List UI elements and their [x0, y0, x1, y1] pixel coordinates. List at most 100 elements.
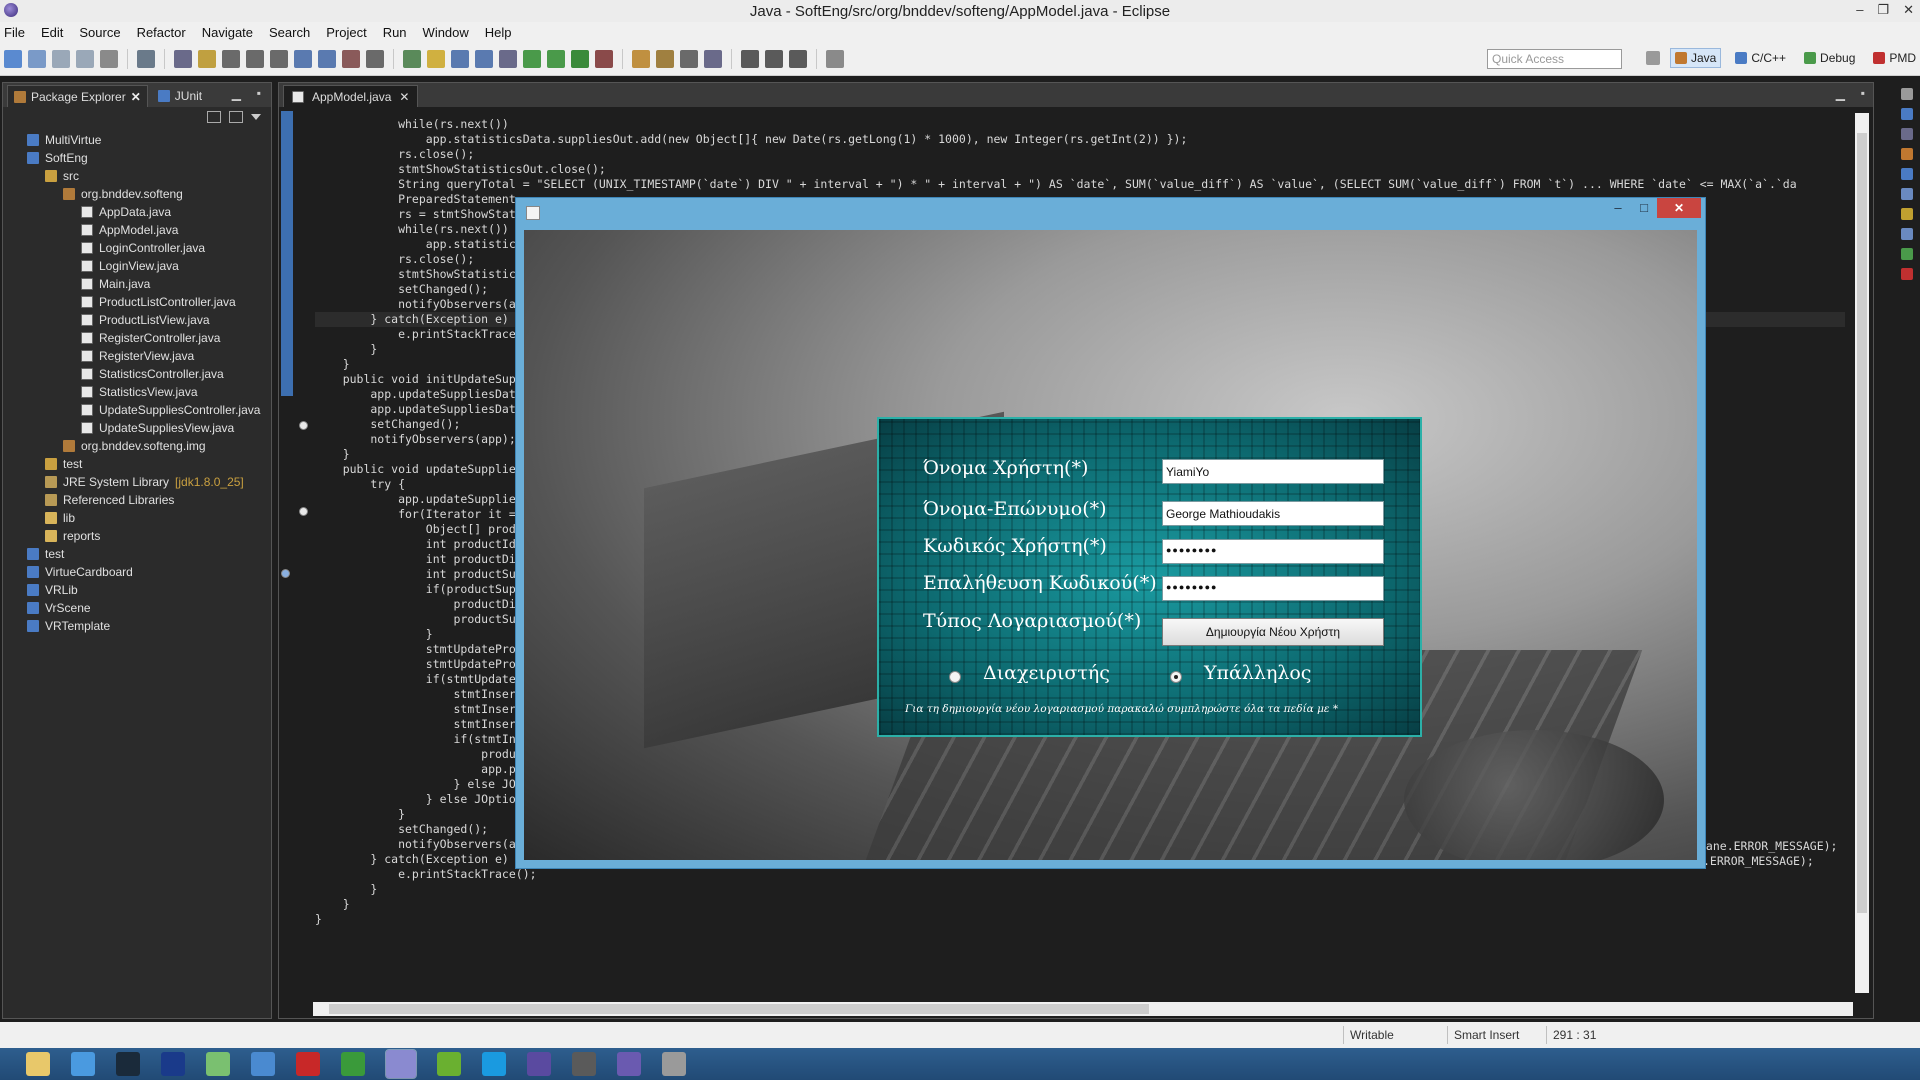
declaration-icon[interactable] [1901, 188, 1913, 200]
tree-item[interactable]: VrScene [3, 599, 271, 617]
tab-appmodel-java[interactable]: AppModel.java ✕ [283, 85, 419, 107]
perspective-cpp[interactable]: C/C++ [1731, 49, 1790, 67]
java-minimize-button[interactable]: – [1605, 198, 1631, 218]
vertical-scrollbar[interactable] [1855, 113, 1869, 993]
fullname-input[interactable]: George Mathioudakis [1162, 501, 1384, 526]
restore-button[interactable]: ❐ [1877, 2, 1889, 18]
perspective-debug[interactable]: Debug [1800, 49, 1859, 67]
maximize-panel-icon[interactable]: ▪ [257, 86, 261, 100]
close-tab-icon[interactable]: ✕ [131, 90, 141, 104]
eclipse-active-icon[interactable] [617, 1052, 641, 1076]
tree-item[interactable]: reports [3, 527, 271, 545]
pdf-icon[interactable] [296, 1052, 320, 1076]
tree-item[interactable]: ProductListView.java [3, 311, 271, 329]
tree-item[interactable]: LoginView.java [3, 257, 271, 275]
breakpoint-icon[interactable] [281, 569, 290, 578]
menu-run[interactable]: Run [383, 25, 407, 40]
menu-refactor[interactable]: Refactor [137, 25, 186, 40]
open-task-icon[interactable] [656, 49, 674, 68]
new-icon[interactable] [4, 49, 22, 68]
horizontal-scrollbar[interactable] [313, 1002, 1853, 1016]
menu-edit[interactable]: Edit [41, 25, 63, 40]
tree-item[interactable]: test [3, 455, 271, 473]
steam-icon[interactable] [116, 1052, 140, 1076]
javadoc-icon[interactable] [1901, 168, 1913, 180]
fold-marker-icon[interactable] [299, 421, 308, 430]
save-icon[interactable] [52, 49, 70, 68]
tree-item[interactable]: StatisticsController.java [3, 365, 271, 383]
debug-run-icon[interactable] [523, 49, 541, 68]
file-explorer-icon[interactable] [26, 1052, 50, 1076]
tab-junit[interactable]: JUnit [152, 85, 208, 107]
tree-item[interactable]: StatisticsView.java [3, 383, 271, 401]
eclipse-java-icon[interactable] [385, 1049, 417, 1079]
pin-editor-icon[interactable] [826, 49, 844, 68]
password-input[interactable]: ●●●●●●●● [1162, 539, 1384, 564]
vertical-scroll-thumb[interactable] [1857, 133, 1867, 913]
menu-source[interactable]: Source [79, 25, 120, 40]
tree-item[interactable]: Referenced Libraries [3, 491, 271, 509]
notes-icon[interactable] [206, 1052, 230, 1076]
java-close-button[interactable]: ✕ [1657, 198, 1701, 218]
tree-item[interactable]: VirtueCardboard [3, 563, 271, 581]
next-icon[interactable] [789, 49, 807, 68]
progress-icon[interactable] [1901, 228, 1913, 240]
menu-project[interactable]: Project [326, 25, 366, 40]
step-over-icon[interactable] [270, 49, 288, 68]
tree-item[interactable]: RegisterController.java [3, 329, 271, 347]
minimize-button[interactable]: – [1856, 2, 1863, 18]
tree-item[interactable]: AppModel.java [3, 221, 271, 239]
open-icon[interactable] [28, 49, 46, 68]
search-icon[interactable] [680, 49, 698, 68]
close-tab-icon[interactable]: ✕ [399, 90, 409, 104]
maximize-editor-icon[interactable]: ▪ [1861, 86, 1865, 100]
confirm-password-input[interactable]: ●●●●●●●● [1162, 576, 1384, 601]
forward-icon[interactable] [765, 49, 783, 68]
coverage-icon[interactable] [595, 49, 613, 68]
radio-admin-label[interactable]: Διαχειριστής [983, 662, 1110, 684]
tree-item[interactable]: UpdateSuppliesController.java [3, 401, 271, 419]
back-icon[interactable] [741, 49, 759, 68]
radio-employee-label[interactable]: Υπάλληλος [1204, 662, 1311, 684]
tree-item[interactable]: SoftEng [3, 149, 271, 167]
build-icon[interactable] [137, 49, 155, 68]
menu-window[interactable]: Window [423, 25, 469, 40]
toggle-icon[interactable] [198, 49, 216, 68]
save-all-icon[interactable] [76, 49, 94, 68]
java-maximize-button[interactable]: □ [1631, 198, 1657, 218]
console-icon[interactable] [1901, 208, 1913, 220]
close-window-button[interactable]: ✕ [1903, 2, 1914, 18]
run-icon[interactable] [547, 49, 565, 68]
tree-item[interactable]: test [3, 545, 271, 563]
tab-package-explorer[interactable]: Package Explorer ✕ [7, 85, 148, 107]
open-type-icon[interactable] [632, 49, 650, 68]
radio-admin[interactable] [949, 671, 961, 683]
disconnect-icon[interactable] [366, 49, 384, 68]
annotation-icon[interactable] [704, 49, 722, 68]
terminate-icon[interactable] [342, 49, 360, 68]
horizontal-scroll-thumb[interactable] [329, 1004, 1149, 1014]
tool-icon[interactable] [662, 1052, 686, 1076]
radio-employee[interactable] [1170, 671, 1182, 683]
perspective-java[interactable]: Java [1670, 48, 1722, 68]
view-menu-icon[interactable] [251, 114, 261, 120]
collapse-all-icon[interactable] [207, 111, 221, 123]
layout-icon[interactable] [475, 49, 493, 68]
menu-search[interactable]: Search [269, 25, 310, 40]
tree-item[interactable]: org.bnddev.softeng [3, 185, 271, 203]
run-last-icon[interactable] [571, 49, 589, 68]
tree-item[interactable]: JRE System Library [jdk1.8.0_25] [3, 473, 271, 491]
restore-icon[interactable] [1901, 88, 1913, 100]
tree-item[interactable]: VRTemplate [3, 617, 271, 635]
perspective-pmd[interactable]: PMD [1869, 49, 1920, 67]
tree-item[interactable]: VRLib [3, 581, 271, 599]
skype-icon[interactable] [482, 1052, 506, 1076]
highlight-icon[interactable] [427, 49, 445, 68]
android-icon[interactable] [437, 1052, 461, 1076]
step-icon[interactable] [222, 49, 240, 68]
keyboard-icon[interactable] [251, 1052, 275, 1076]
menu-navigate[interactable]: Navigate [202, 25, 253, 40]
app-icon[interactable] [341, 1052, 365, 1076]
skip-breakpoints-icon[interactable] [174, 49, 192, 68]
tree-item[interactable]: src [3, 167, 271, 185]
